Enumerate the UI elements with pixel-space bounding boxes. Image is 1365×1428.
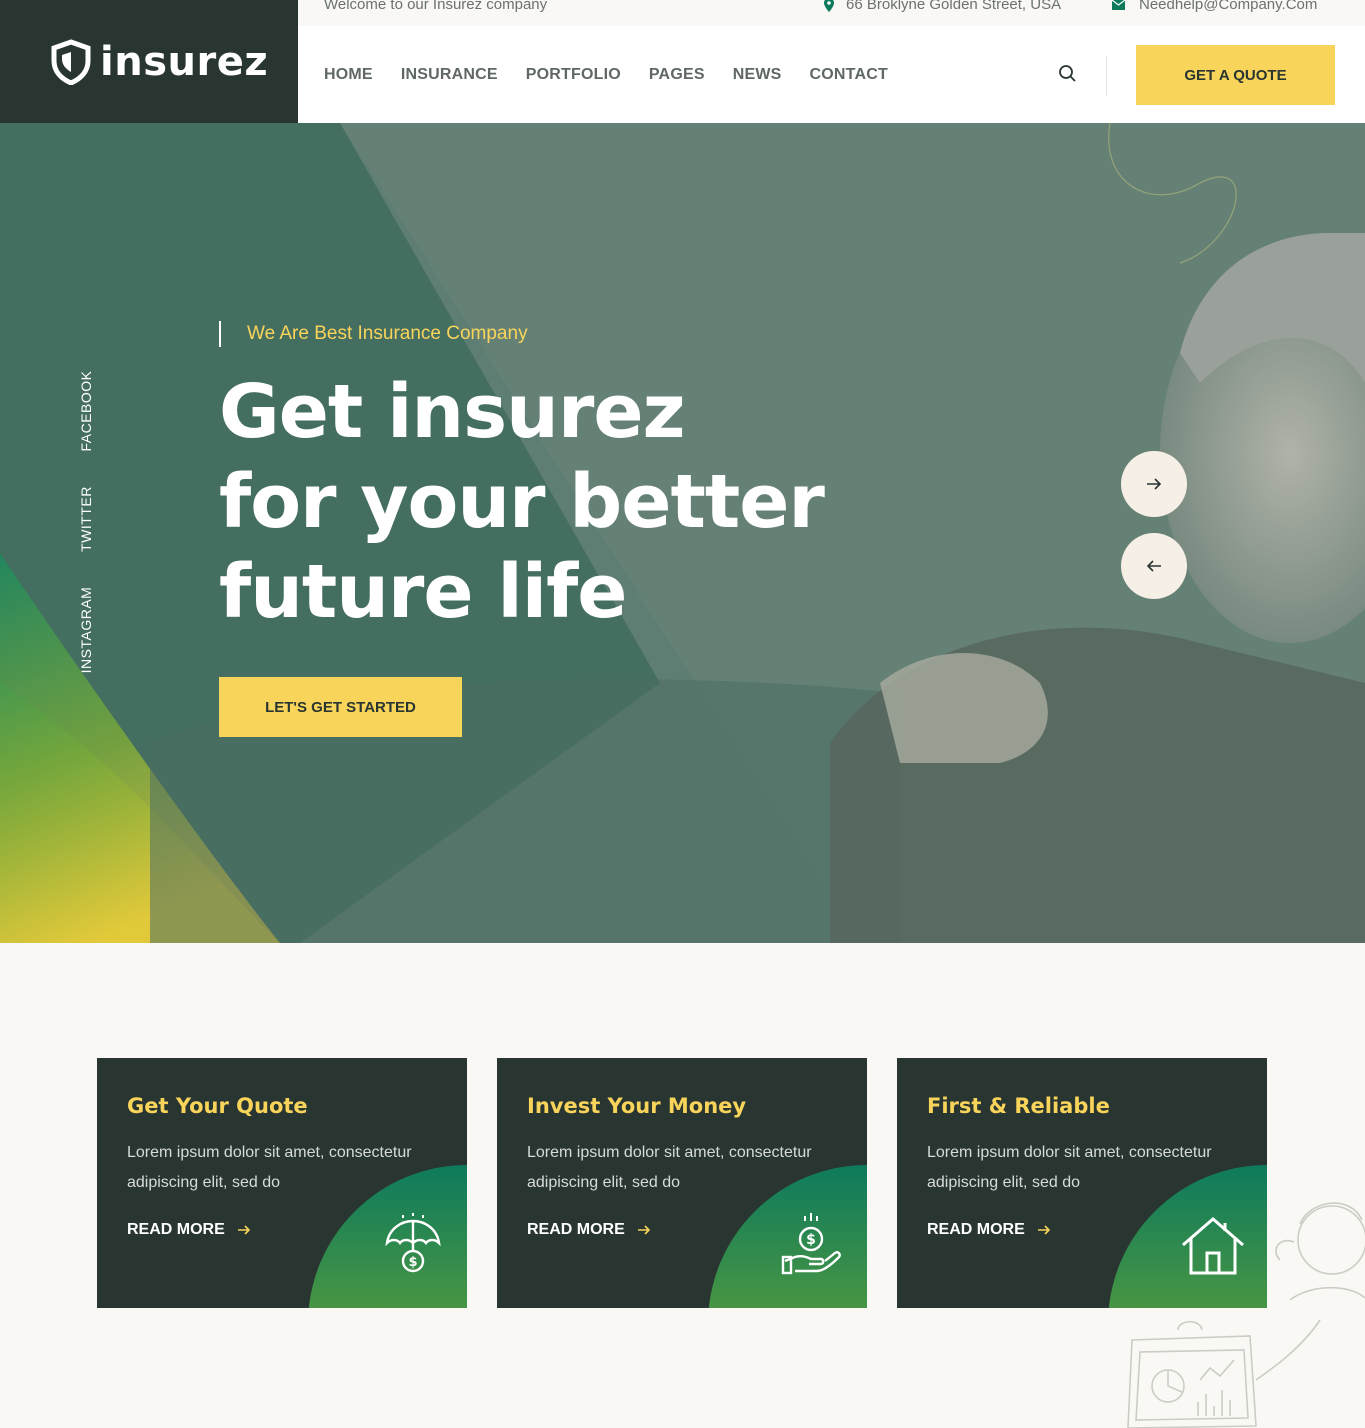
get-started-button[interactable]: LET'S GET STARTED (219, 677, 462, 737)
nav-item-portfolio[interactable]: PORTFOLIO (526, 66, 621, 84)
arrow-left-icon (1146, 560, 1161, 572)
feature-card: Get Your Quote Lorem ipsum dolor sit ame… (97, 1058, 467, 1308)
social-facebook-link[interactable]: FACEBOOK (78, 370, 94, 451)
feature-title: Invest Your Money (527, 1094, 747, 1118)
social-twitter-link[interactable]: TWITTER (78, 486, 94, 552)
read-more-label: READ MORE (127, 1221, 225, 1238)
hand-coin-icon: $ (781, 1213, 841, 1275)
headline-line-3: future life (219, 549, 628, 635)
nav-item-contact[interactable]: CONTACT (810, 66, 888, 84)
shield-logo-icon (51, 38, 91, 85)
feature-title: First & Reliable (927, 1094, 1110, 1118)
read-more-link[interactable]: READ MORE (927, 1221, 1051, 1239)
get-quote-button[interactable]: GET A QUOTE (1136, 45, 1335, 105)
welcome-text: Welcome to our Insurez company (324, 0, 548, 13)
main-navbar: HOME INSURANCE PORTFOLIO PAGES NEWS CONT… (298, 26, 1365, 123)
envelope-icon (1112, 0, 1125, 10)
logo[interactable]: insurez (0, 0, 298, 123)
hero-headline: Get insurez for your better future life (219, 367, 919, 637)
email-text[interactable]: Needhelp@Company.Com (1139, 0, 1317, 13)
svg-text:$: $ (806, 1232, 816, 1248)
slider-next-button[interactable] (1121, 451, 1187, 517)
headline-line-1: Get insurez (219, 369, 686, 455)
feature-title: Get Your Quote (127, 1094, 308, 1118)
hero-tagline: We Are Best Insurance Company (219, 321, 528, 347)
nav-menu: HOME INSURANCE PORTFOLIO PAGES NEWS CONT… (324, 66, 888, 84)
nav-item-home[interactable]: HOME (324, 66, 373, 84)
social-instagram-link[interactable]: INSTAGRAM (78, 587, 94, 674)
arrow-right-icon (637, 1225, 650, 1235)
address-text: 66 Broklyne Golden Street, USA (846, 0, 1062, 13)
read-more-label: READ MORE (527, 1221, 625, 1238)
feature-card: Invest Your Money Lorem ipsum dolor sit … (497, 1058, 867, 1308)
address: 66 Broklyne Golden Street, USA (824, 0, 1061, 13)
arrow-right-icon (237, 1225, 250, 1235)
nav-item-insurance[interactable]: INSURANCE (401, 66, 498, 84)
search-icon[interactable] (1058, 64, 1078, 84)
arrow-right-icon (1147, 478, 1162, 490)
hero-banner: FACEBOOK TWITTER INSTAGRAM We Are Best I… (0, 123, 1365, 943)
slider-prev-button[interactable] (1121, 533, 1187, 599)
umbrella-dollar-icon: $ (385, 1213, 441, 1273)
brand-name: insurez (100, 38, 269, 85)
svg-text:$: $ (408, 1255, 417, 1270)
email[interactable]: Needhelp@Company.Com (1112, 0, 1317, 13)
nav-item-news[interactable]: NEWS (733, 66, 782, 84)
nav-item-pages[interactable]: PAGES (649, 66, 705, 84)
read-more-link[interactable]: READ MORE (127, 1221, 251, 1239)
top-info-bar: Welcome to our Insurez company 66 Brokly… (298, 0, 1365, 26)
headline-line-2: for your better (219, 459, 825, 545)
person-presentation-illustration (1127, 1202, 1365, 1428)
nav-divider (1106, 56, 1107, 96)
arrow-right-icon (1037, 1225, 1050, 1235)
read-more-link[interactable]: READ MORE (527, 1221, 651, 1239)
map-pin-icon (824, 0, 834, 12)
read-more-label: READ MORE (927, 1221, 1025, 1238)
